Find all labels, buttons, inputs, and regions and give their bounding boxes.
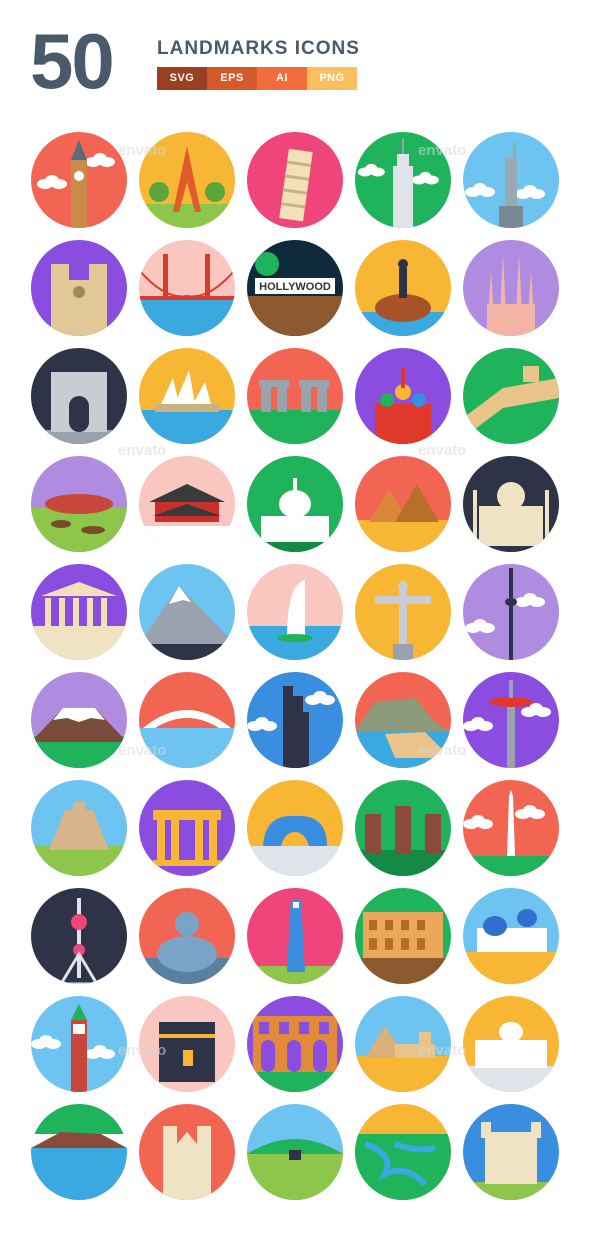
golden-gate-icon [139, 240, 235, 336]
river-delta-icon [355, 1104, 451, 1200]
format-badges: SVG EPS AI PNG [157, 67, 357, 90]
christ-redeemer-icon [355, 564, 451, 660]
page-title: LANDMARKS ICONS [157, 38, 360, 59]
oriental-pearl-icon [31, 888, 127, 984]
format-badge-svg: SVG [157, 67, 207, 90]
parthenon-icon [31, 564, 127, 660]
sydney-opera-icon [139, 348, 235, 444]
icon-grid: HOLLYWOOD [31, 132, 561, 1200]
statue-of-liberty-icon [463, 132, 559, 228]
notre-dame-icon [31, 240, 127, 336]
willis-tower-icon [247, 672, 343, 768]
cloud-gate-icon [247, 780, 343, 876]
stonehenge-icon [247, 348, 343, 444]
leaning-tower-icon [247, 132, 343, 228]
capitol-icon [247, 456, 343, 552]
uluru-icon [31, 456, 127, 552]
svg-text:HOLLYWOOD: HOLLYWOOD [259, 281, 331, 293]
rialto-bridge-icon [139, 672, 235, 768]
eiffel-tower-icon [139, 132, 235, 228]
mount-fuji-icon [31, 672, 127, 768]
format-badge-png: PNG [307, 67, 357, 90]
burj-al-arab-icon [247, 564, 343, 660]
great-wall-icon [463, 348, 559, 444]
space-needle-icon [463, 672, 559, 768]
washington-monument-icon [463, 780, 559, 876]
format-badge-eps: EPS [207, 67, 257, 90]
pont-du-gard-icon [247, 996, 343, 1092]
shanghai-tower-icon [247, 888, 343, 984]
great-buddha-icon [139, 888, 235, 984]
campanile-icon [31, 996, 127, 1092]
santorini-icon [463, 888, 559, 984]
sagrada-familia-icon [463, 240, 559, 336]
bird-nest-icon [247, 1104, 343, 1200]
forbidden-city-icon [139, 456, 235, 552]
cliffs-icon [355, 672, 451, 768]
little-mermaid-icon [355, 240, 451, 336]
westminster-abbey-icon [139, 1104, 235, 1200]
format-badge-ai: AI [257, 67, 307, 90]
st-peters-icon [463, 996, 559, 1092]
arc-de-triomphe-icon [31, 348, 127, 444]
brandenburg-gate-icon [139, 780, 235, 876]
hollywood-sign-icon: HOLLYWOOD [247, 240, 343, 336]
empire-state-icon [355, 132, 451, 228]
cn-tower-icon [463, 564, 559, 660]
icon-count: 50 [30, 17, 115, 105]
pyramids-icon [355, 456, 451, 552]
big-ben-icon [31, 132, 127, 228]
island-icon [31, 1104, 127, 1200]
chichen-itza-icon [31, 780, 127, 876]
tower-of-london-icon [463, 1104, 559, 1200]
matterhorn-icon [139, 564, 235, 660]
taj-mahal-icon [463, 456, 559, 552]
moai-icon [355, 780, 451, 876]
header: 50 LANDMARKS ICONS SVG EPS AI PNG [0, 0, 590, 110]
colosseum-icon [355, 888, 451, 984]
st-basils-icon [355, 348, 451, 444]
sphinx-icon [355, 996, 451, 1092]
kaaba-icon [139, 996, 235, 1092]
